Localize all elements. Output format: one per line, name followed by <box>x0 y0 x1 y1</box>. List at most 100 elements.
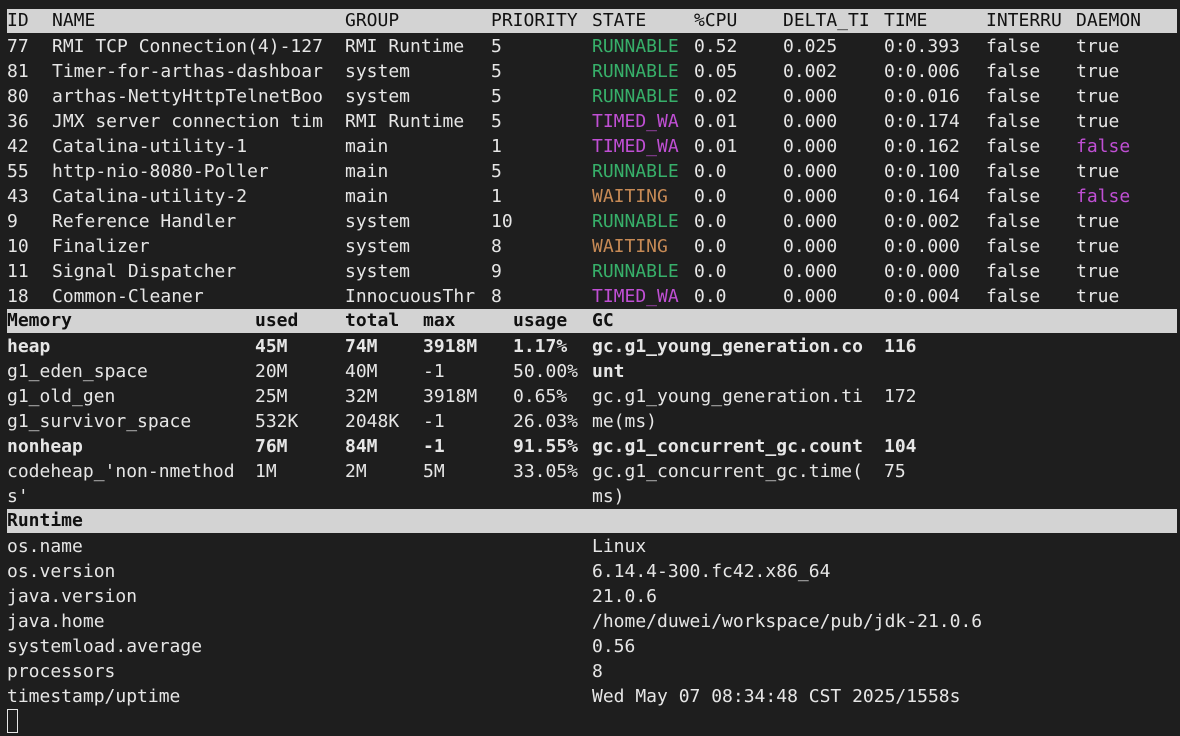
col-state-header: STATE <box>592 10 647 31</box>
thread-state: RUNNABLE <box>592 86 679 107</box>
thread-row: 43 Catalina-utility-2 main 1 WAITING 0.0 0.000… <box>0 184 1180 209</box>
col-total-header: total <box>345 310 400 331</box>
runtime-row: java.version 21.0.6 <box>0 584 1180 609</box>
thread-table-header: ID NAME GROUP PRIORITY STATE %CPU DELTA_… <box>7 9 1177 33</box>
memory-used: 1M <box>255 461 277 482</box>
thread-group: system <box>345 261 411 282</box>
thread-group: InnocuousThr <box>345 286 476 307</box>
memory-used: 25M <box>255 386 288 407</box>
runtime-value: Wed May 07 08:34:48 CST 2025/1558s <box>592 686 961 707</box>
thread-delta-time: 0.000 <box>783 211 838 232</box>
thread-time: 0:0.162 <box>884 136 960 157</box>
runtime-value: 21.0.6 <box>592 586 658 607</box>
gc-metric-name: gc.g1_young_generation.co <box>592 336 863 357</box>
thread-state: RUNNABLE <box>592 211 679 232</box>
col-usage-header: usage <box>513 310 568 331</box>
thread-priority: 8 <box>491 236 502 257</box>
memory-table-header: Memory used total max usage GC <box>7 309 1177 333</box>
thread-delta-time: 0.000 <box>783 136 838 157</box>
memory-row: g1_old_gen 25M 32M 3918M 0.65% gc.g1_young_ge… <box>0 384 1180 409</box>
thread-state: TIMED_WA <box>592 111 679 132</box>
memory-max: -1 <box>423 361 445 382</box>
thread-name: Finalizer <box>52 236 150 257</box>
thread-interrupted: false <box>986 161 1041 182</box>
thread-priority: 5 <box>491 61 502 82</box>
runtime-row: os.name Linux <box>0 534 1180 559</box>
runtime-key: java.version <box>7 586 138 607</box>
thread-state: RUNNABLE <box>592 161 679 182</box>
memory-pool-name: s' <box>7 486 29 507</box>
thread-daemon: true <box>1076 161 1120 182</box>
thread-name: arthas-NettyHttpTelnetBoo <box>52 86 323 107</box>
thread-cpu: 0.0 <box>694 161 727 182</box>
memory-pool-name: g1_survivor_space <box>7 411 192 432</box>
thread-daemon: true <box>1076 86 1120 107</box>
memory-usage: 33.05% <box>513 461 579 482</box>
gc-metric-name: gc.g1_young_generation.ti <box>592 386 863 407</box>
thread-id: 9 <box>7 211 18 232</box>
thread-row: 11 Signal Dispatcher system 9 RUNNABLE 0.0 0.0… <box>0 259 1180 284</box>
thread-delta-time: 0.000 <box>783 186 838 207</box>
thread-cpu: 0.0 <box>694 261 727 282</box>
memory-pool-name: g1_eden_space <box>7 361 148 382</box>
thread-priority: 1 <box>491 186 502 207</box>
memory-row: g1_eden_space 20M 40M -1 50.00% unt <box>0 359 1180 384</box>
gc-metric-name: gc.g1_concurrent_gc.time( <box>592 461 863 482</box>
thread-daemon: true <box>1076 211 1120 232</box>
thread-row: 55 http-nio-8080-Poller main 5 RUNNABLE 0.0 0.… <box>0 159 1180 184</box>
thread-id: 11 <box>7 261 29 282</box>
thread-id: 81 <box>7 61 29 82</box>
memory-row: heap 45M 74M 3918M 1.17% gc.g1_young_generati… <box>0 334 1180 359</box>
runtime-key: systemload.average <box>7 636 203 657</box>
terminal-cursor[interactable] <box>7 709 18 733</box>
col-max-header: max <box>423 310 456 331</box>
thread-priority: 10 <box>491 211 513 232</box>
thread-cpu: 0.0 <box>694 211 727 232</box>
thread-delta-time: 0.002 <box>783 61 838 82</box>
thread-interrupted: false <box>986 86 1041 107</box>
thread-cpu: 0.05 <box>694 61 738 82</box>
thread-row: 80 arthas-NettyHttpTelnetBoo system 5 RUNNAB… <box>0 84 1180 109</box>
thread-cpu: 0.01 <box>694 111 738 132</box>
arthas-dashboard-terminal: ID NAME GROUP PRIORITY STATE %CPU DELTA_… <box>0 0 1180 736</box>
thread-time: 0:0.174 <box>884 111 960 132</box>
thread-delta-time: 0.000 <box>783 86 838 107</box>
thread-priority: 5 <box>491 111 502 132</box>
thread-name: Catalina-utility-2 <box>52 186 248 207</box>
col-daemon-header: DAEMON <box>1076 10 1142 31</box>
thread-interrupted: false <box>986 136 1041 157</box>
thread-state: TIMED_WA <box>592 136 679 157</box>
thread-delta-time: 0.000 <box>783 161 838 182</box>
thread-daemon: false <box>1076 136 1131 157</box>
memory-row: codeheap_'non-nmethod 1M 2M 5M 33.05% gc.g1_c… <box>0 459 1180 484</box>
runtime-key: os.name <box>7 536 83 557</box>
gc-metric-name: me(ms) <box>592 411 658 432</box>
thread-name: Reference Handler <box>52 211 237 232</box>
thread-state: RUNNABLE <box>592 61 679 82</box>
thread-state: WAITING <box>592 236 668 257</box>
thread-daemon: true <box>1076 36 1120 57</box>
thread-name: http-nio-8080-Poller <box>52 161 269 182</box>
thread-group: main <box>345 136 389 157</box>
thread-priority: 5 <box>491 161 502 182</box>
runtime-value: /home/duwei/workspace/pub/jdk-21.0.6 <box>592 611 983 632</box>
thread-time: 0:0.006 <box>884 61 960 82</box>
thread-name: RMI TCP Connection(4)-127 <box>52 36 323 57</box>
memory-max: -1 <box>423 436 445 457</box>
thread-interrupted: false <box>986 36 1041 57</box>
thread-delta-time: 0.000 <box>783 111 838 132</box>
thread-name: Timer-for-arthas-dashboar <box>52 61 323 82</box>
memory-used: 76M <box>255 436 288 457</box>
col-time-header: TIME <box>884 10 928 31</box>
thread-interrupted: false <box>986 186 1041 207</box>
thread-time: 0:0.164 <box>884 186 960 207</box>
runtime-row: java.home/home/duwei/workspace/pub/jdk-2… <box>0 609 1180 634</box>
thread-priority: 5 <box>491 86 502 107</box>
thread-priority: 1 <box>491 136 502 157</box>
thread-interrupted: false <box>986 111 1041 132</box>
memory-pool-name: g1_old_gen <box>7 386 116 407</box>
thread-time: 0:0.016 <box>884 86 960 107</box>
memory-used: 532K <box>255 411 299 432</box>
thread-interrupted: false <box>986 236 1041 257</box>
thread-id: 10 <box>7 236 29 257</box>
